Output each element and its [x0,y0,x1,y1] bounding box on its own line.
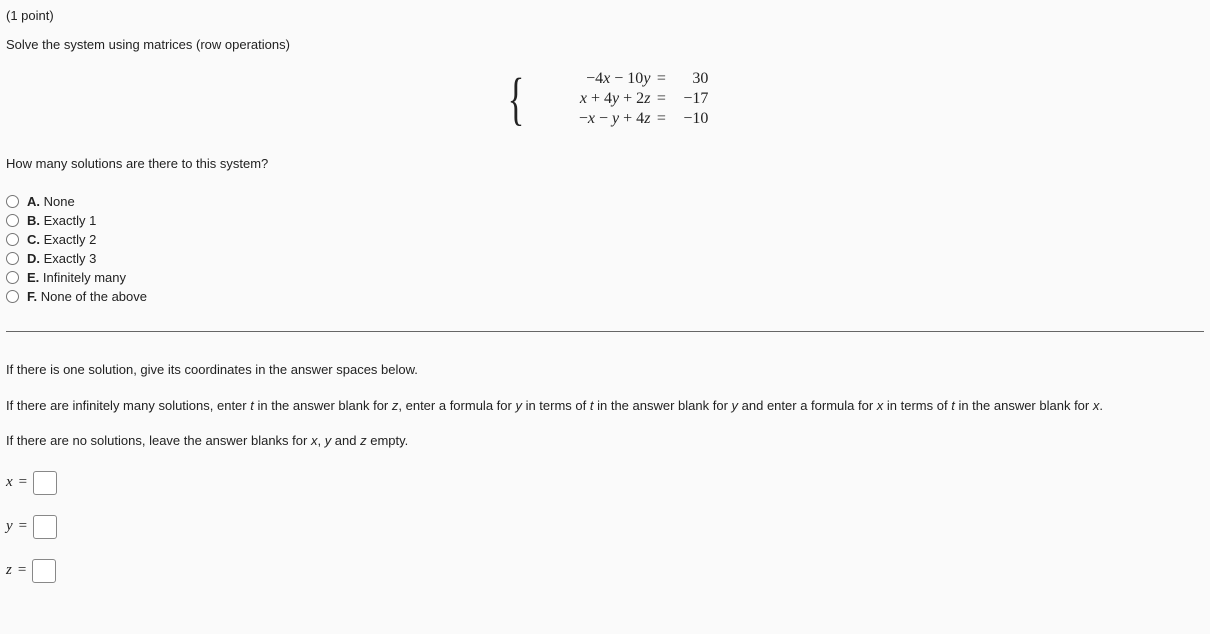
choice-row: C. Exactly 2 [6,231,1204,248]
choice-label[interactable]: E. Infinitely many [27,270,126,285]
choice-radio[interactable] [6,252,19,265]
choice-row: E. Infinitely many [6,269,1204,286]
equals-sign: = [18,562,26,579]
answer-z-row: z = [6,559,1204,583]
equation-rhs: −10 [672,110,708,128]
equation-row: x + 4y + 2z=−17 [535,90,708,108]
choice-radio[interactable] [6,195,19,208]
answer-x-input[interactable] [33,471,57,495]
equals-sign: = [19,518,27,535]
answer-y-row: y = [6,515,1204,539]
points-label: (1 point) [6,8,1204,23]
choice-row: F. None of the above [6,288,1204,305]
answer-y-input[interactable] [33,515,57,539]
choice-label[interactable]: F. None of the above [27,289,147,304]
choice-label[interactable]: D. Exactly 3 [27,251,96,266]
equation-rhs: −17 [672,90,708,108]
divider [6,331,1204,332]
brace-left-icon: { [507,70,524,128]
choice-row: A. None [6,193,1204,210]
choice-radio[interactable] [6,290,19,303]
choice-radio[interactable] [6,214,19,227]
equation-lhs: −4x − 10y [535,70,650,88]
equals-sign: = [650,90,672,108]
equation-row: −x − y + 4z=−10 [535,110,708,128]
choice-row: D. Exactly 3 [6,250,1204,267]
equals-sign: = [650,110,672,128]
x-label: x [6,474,13,491]
question-prompt: Solve the system using matrices (row ope… [6,37,1204,52]
z-label: z [6,562,12,579]
answer-z-input[interactable] [32,559,56,583]
instruction-one-solution: If there is one solution, give its coord… [6,360,1204,380]
equation-rhs: 30 [672,70,708,88]
choice-label[interactable]: A. None [27,194,75,209]
equation-row: −4x − 10y=30 [535,70,708,88]
equation-system: {−4x − 10y=30x + 4y + 2z=−17−x − y + 4z=… [6,70,1204,128]
choice-radio[interactable] [6,233,19,246]
choice-label[interactable]: C. Exactly 2 [27,232,96,247]
y-label: y [6,518,13,535]
answer-x-row: x = [6,471,1204,495]
choice-label[interactable]: B. Exactly 1 [27,213,96,228]
instruction-no-solution: If there are no solutions, leave the ans… [6,431,1204,451]
equals-sign: = [19,474,27,491]
choice-row: B. Exactly 1 [6,212,1204,229]
choice-radio[interactable] [6,271,19,284]
choices-group: A. None B. Exactly 1 C. Exactly 2 D. Exactl… [6,193,1204,305]
subquestion: How many solutions are there to this sys… [6,156,1204,171]
equation-lhs: x + 4y + 2z [535,90,650,108]
instruction-infinite: If there are infinitely many solutions, … [6,396,1204,416]
equals-sign: = [650,70,672,88]
equation-lhs: −x − y + 4z [535,110,650,128]
